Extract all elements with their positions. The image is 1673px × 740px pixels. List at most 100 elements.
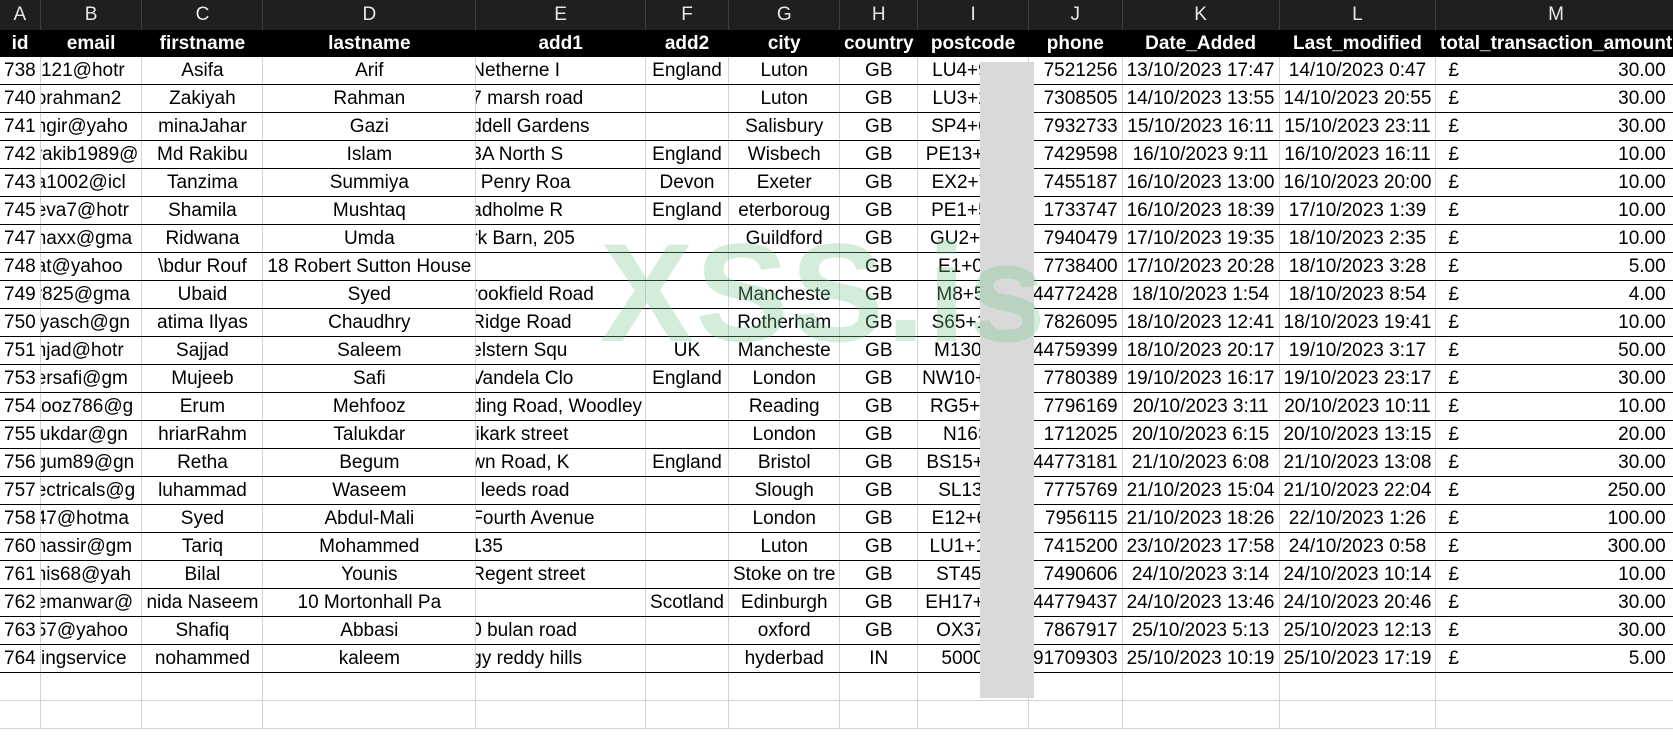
column-header-i[interactable]: I (917, 0, 1030, 30)
cell-city[interactable]: Wisbech (728, 140, 841, 169)
cell-firstname[interactable]: Sajjad (141, 336, 264, 365)
cell-last_modified[interactable]: 24/10/2023 0:58 (1279, 532, 1437, 561)
cell-add1[interactable]: rookfield Road (475, 280, 647, 309)
cell-add1[interactable]: adholme R (475, 196, 647, 225)
cell-last_modified[interactable]: 14/10/2023 20:55 (1279, 84, 1437, 113)
cell-lastname[interactable]: kaleem (262, 644, 477, 673)
cell-add2[interactable] (645, 532, 729, 561)
cell-email[interactable]: f121@hotr (40, 57, 143, 85)
cell-firstname[interactable]: atima Ilyas (141, 308, 264, 337)
cell-lastname[interactable]: Chaudhry (262, 308, 477, 337)
cell-add2[interactable]: England (645, 140, 729, 169)
cell-date_added[interactable]: 20/10/2023 6:15 (1122, 420, 1280, 449)
cell-phone[interactable]: 7775769 (1028, 476, 1123, 505)
field-header-lastname[interactable]: lastname (262, 30, 476, 57)
empty-cell[interactable] (645, 672, 729, 701)
cell-email[interactable]: ectricals@g (40, 476, 143, 505)
column-header-e[interactable]: E (475, 0, 647, 30)
field-header-city[interactable]: city (728, 30, 840, 57)
cell-add1[interactable]: gy reddy hills (475, 644, 647, 673)
empty-cell[interactable] (40, 700, 143, 729)
column-header-g[interactable]: G (728, 0, 841, 30)
cell-email[interactable]: nis68@yah (40, 560, 143, 589)
cell-city[interactable]: London (728, 504, 841, 533)
cell-country[interactable]: GB (839, 392, 919, 421)
cell-lastname[interactable]: Mushtaq (262, 196, 477, 225)
cell-phone[interactable]: 44773181 (1028, 448, 1123, 477)
cell-lastname[interactable]: Summiya (262, 168, 477, 197)
cell-country[interactable]: GB (839, 224, 919, 253)
cell-add2[interactable]: UK (645, 336, 729, 365)
cell-last_modified[interactable]: 18/10/2023 8:54 (1279, 280, 1437, 309)
cell-firstname[interactable]: Tanzima (141, 168, 264, 197)
cell-add2[interactable] (645, 280, 729, 309)
cell-total_transaction_amount[interactable]: £30.00 (1435, 364, 1673, 393)
cell-phone[interactable]: 44779437 (1028, 588, 1123, 617)
cell-email[interactable]: lyasch@gn (40, 308, 143, 337)
cell-country[interactable]: GB (839, 112, 919, 141)
cell-id[interactable]: 756 (0, 448, 41, 477)
empty-cell[interactable] (1028, 700, 1123, 729)
cell-total_transaction_amount[interactable]: £10.00 (1435, 168, 1673, 197)
cell-firstname[interactable]: Syed (141, 504, 264, 533)
cell-last_modified[interactable]: 21/10/2023 22:04 (1279, 476, 1437, 505)
cell-id[interactable]: 753 (0, 364, 41, 393)
cell-phone[interactable]: 7490606 (1028, 560, 1123, 589)
cell-phone[interactable]: 7521256 (1028, 57, 1123, 85)
cell-id[interactable]: 764 (0, 644, 41, 673)
cell-firstname[interactable]: Bilal (141, 560, 264, 589)
cell-country[interactable]: GB (839, 140, 919, 169)
cell-id[interactable]: 745 (0, 196, 41, 225)
field-header-phone[interactable]: phone (1028, 30, 1123, 57)
empty-cell[interactable] (0, 672, 41, 701)
empty-cell[interactable] (728, 672, 841, 701)
cell-email[interactable]: njad@hotr (40, 336, 143, 365)
cell-firstname[interactable]: Mujeeb (141, 364, 264, 393)
cell-date_added[interactable]: 13/10/2023 17:47 (1122, 57, 1280, 85)
cell-date_added[interactable]: 16/10/2023 9:11 (1122, 140, 1280, 169)
cell-add2[interactable] (645, 252, 729, 281)
empty-cell[interactable] (839, 672, 919, 701)
cell-phone[interactable]: 7867917 (1028, 616, 1123, 645)
field-header-id[interactable]: id (0, 30, 41, 57)
cell-id[interactable]: 762 (0, 588, 41, 617)
cell-lastname[interactable]: Begum (262, 448, 477, 477)
cell-email[interactable]: orahman2 (40, 84, 143, 113)
cell-total_transaction_amount[interactable]: £30.00 (1435, 448, 1673, 477)
cell-date_added[interactable]: 25/10/2023 10:19 (1122, 644, 1280, 673)
cell-last_modified[interactable]: 21/10/2023 13:08 (1279, 448, 1437, 477)
cell-city[interactable]: Mancheste (728, 336, 841, 365)
cell-country[interactable]: GB (839, 168, 919, 197)
cell-id[interactable]: 761 (0, 560, 41, 589)
cell-lastname[interactable]: Abdul-Mali (262, 504, 477, 533)
cell-city[interactable] (728, 252, 841, 281)
cell-phone[interactable]: 7932733 (1028, 112, 1123, 141)
cell-lastname[interactable]: Rahman (262, 84, 477, 113)
cell-last_modified[interactable]: 24/10/2023 10:14 (1279, 560, 1437, 589)
cell-firstname[interactable]: Asifa (141, 57, 264, 85)
cell-id[interactable]: 741 (0, 112, 41, 141)
empty-cell[interactable] (645, 700, 729, 729)
column-header-d[interactable]: D (262, 0, 477, 30)
empty-cell[interactable] (262, 700, 477, 729)
field-header-total_transaction_amount[interactable]: total_transaction_amount (1435, 30, 1673, 57)
cell-add1[interactable]: 7 marsh road (475, 84, 647, 113)
cell-city[interactable]: Rotherham (728, 308, 841, 337)
cell-last_modified[interactable]: 14/10/2023 0:47 (1279, 57, 1437, 85)
cell-total_transaction_amount[interactable]: £30.00 (1435, 84, 1673, 113)
cell-country[interactable]: GB (839, 252, 919, 281)
cell-total_transaction_amount[interactable]: £50.00 (1435, 336, 1673, 365)
cell-country[interactable]: GB (839, 616, 919, 645)
cell-total_transaction_amount[interactable]: £20.00 (1435, 420, 1673, 449)
cell-firstname[interactable]: Md Rakibu (141, 140, 264, 169)
cell-date_added[interactable]: 18/10/2023 12:41 (1122, 308, 1280, 337)
cell-email[interactable]: 57@yahoo (40, 616, 143, 645)
cell-firstname[interactable]: \bdur Rouf (141, 252, 264, 281)
cell-total_transaction_amount[interactable]: £100.00 (1435, 504, 1673, 533)
cell-last_modified[interactable]: 25/10/2023 17:19 (1279, 644, 1437, 673)
cell-city[interactable]: Mancheste (728, 280, 841, 309)
column-header-b[interactable]: B (40, 0, 143, 30)
cell-add2[interactable] (645, 560, 729, 589)
cell-email[interactable]: fooz786@g (40, 392, 143, 421)
empty-cell[interactable] (728, 700, 841, 729)
